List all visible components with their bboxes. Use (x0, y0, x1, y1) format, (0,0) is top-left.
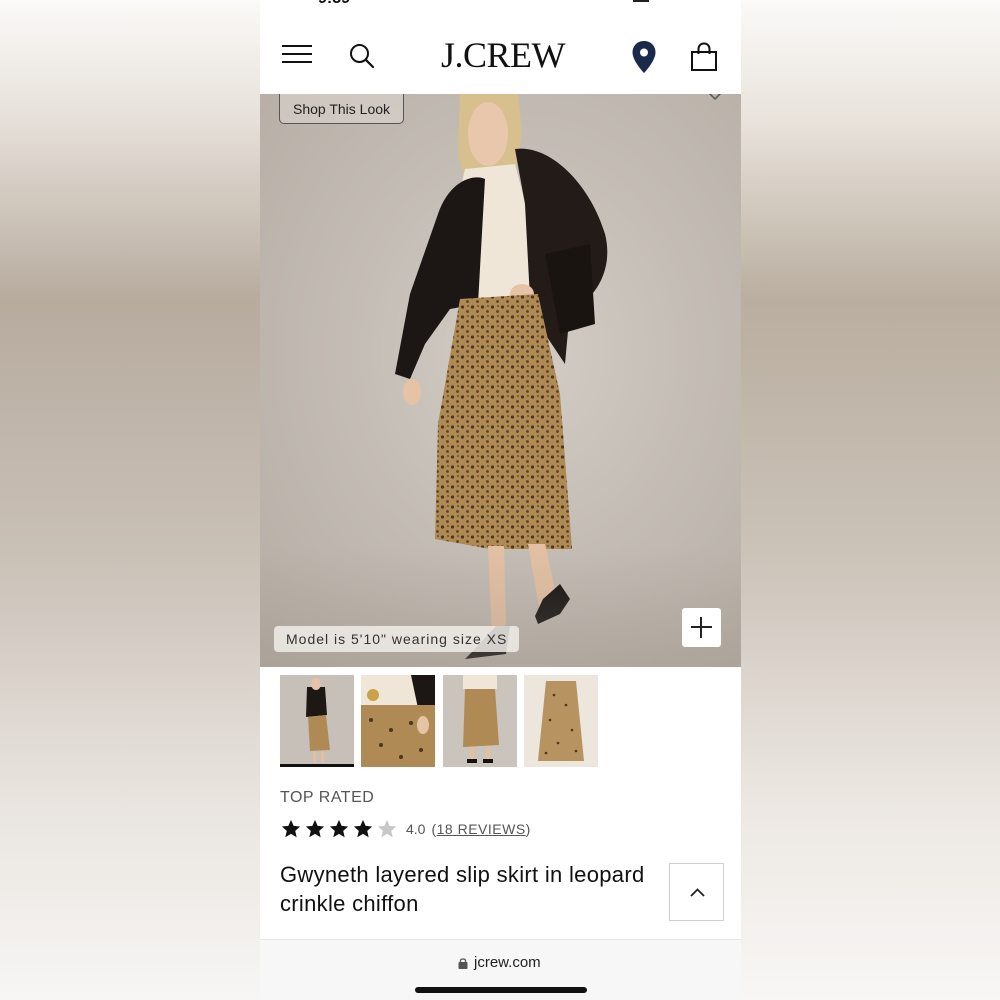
home-indicator (415, 987, 587, 993)
product-hero-image[interactable]: Shop This Look Model is 5'10" wearing si… (260, 94, 741, 667)
shopping-bag-icon[interactable] (690, 42, 718, 72)
star-filled-icon (281, 819, 301, 838)
star-rating (280, 818, 400, 840)
thumbnail-4-image (524, 675, 598, 767)
zoom-plus-button[interactable] (682, 608, 721, 647)
product-title: Gwyneth layered slip skirt in leopard cr… (280, 862, 645, 916)
thumbnail-4[interactable] (524, 675, 598, 767)
reviews-link[interactable]: 18 REVIEWS (437, 821, 526, 837)
star-filled-icon (329, 819, 349, 838)
rating-row: 4.0 (18 REVIEWS) (280, 817, 531, 841)
url-text[interactable]: jcrew.com (474, 954, 541, 971)
reviews-count: (18 REVIEWS) (431, 821, 531, 837)
star-filled-icon (353, 819, 373, 838)
rating-value: 4.0 (406, 821, 426, 837)
top-rated-badge: TOP RATED (280, 789, 375, 806)
thumbnail-2-image (361, 675, 435, 767)
thumbnail-2[interactable] (361, 675, 435, 767)
signal-icon (633, 0, 649, 2)
search-icon[interactable] (348, 42, 376, 70)
status-indicators (633, 0, 703, 2)
thumbnail-3[interactable] (443, 675, 517, 767)
status-time: 9:39 (318, 0, 350, 8)
menu-icon[interactable] (282, 45, 312, 67)
phone-screen: 9:39 J.CREW (260, 0, 741, 1000)
lock-icon (458, 958, 468, 969)
shop-this-look-button[interactable]: Shop This Look (279, 94, 404, 124)
image-thumbnails (280, 675, 720, 770)
background-left (0, 0, 260, 1000)
thumbnail-3-image (443, 675, 517, 767)
chevron-up-icon (690, 888, 705, 897)
star-empty-icon (377, 819, 397, 838)
status-bar: 9:39 (260, 0, 741, 10)
thumbnail-1-image (280, 675, 354, 767)
heart-icon[interactable] (704, 94, 726, 102)
site-header: J.CREW (260, 20, 741, 94)
collapse-details-button[interactable] (669, 863, 724, 921)
thumbnail-1[interactable] (280, 675, 354, 767)
background-right (741, 0, 1000, 1000)
jcrew-logo[interactable]: J.CREW (408, 34, 598, 76)
model-size-note: Model is 5'10" wearing size XS (274, 626, 520, 652)
star-filled-icon (305, 819, 325, 838)
browser-url-bar[interactable]: jcrew.com (260, 939, 741, 1000)
store-locator-icon[interactable] (631, 40, 657, 74)
